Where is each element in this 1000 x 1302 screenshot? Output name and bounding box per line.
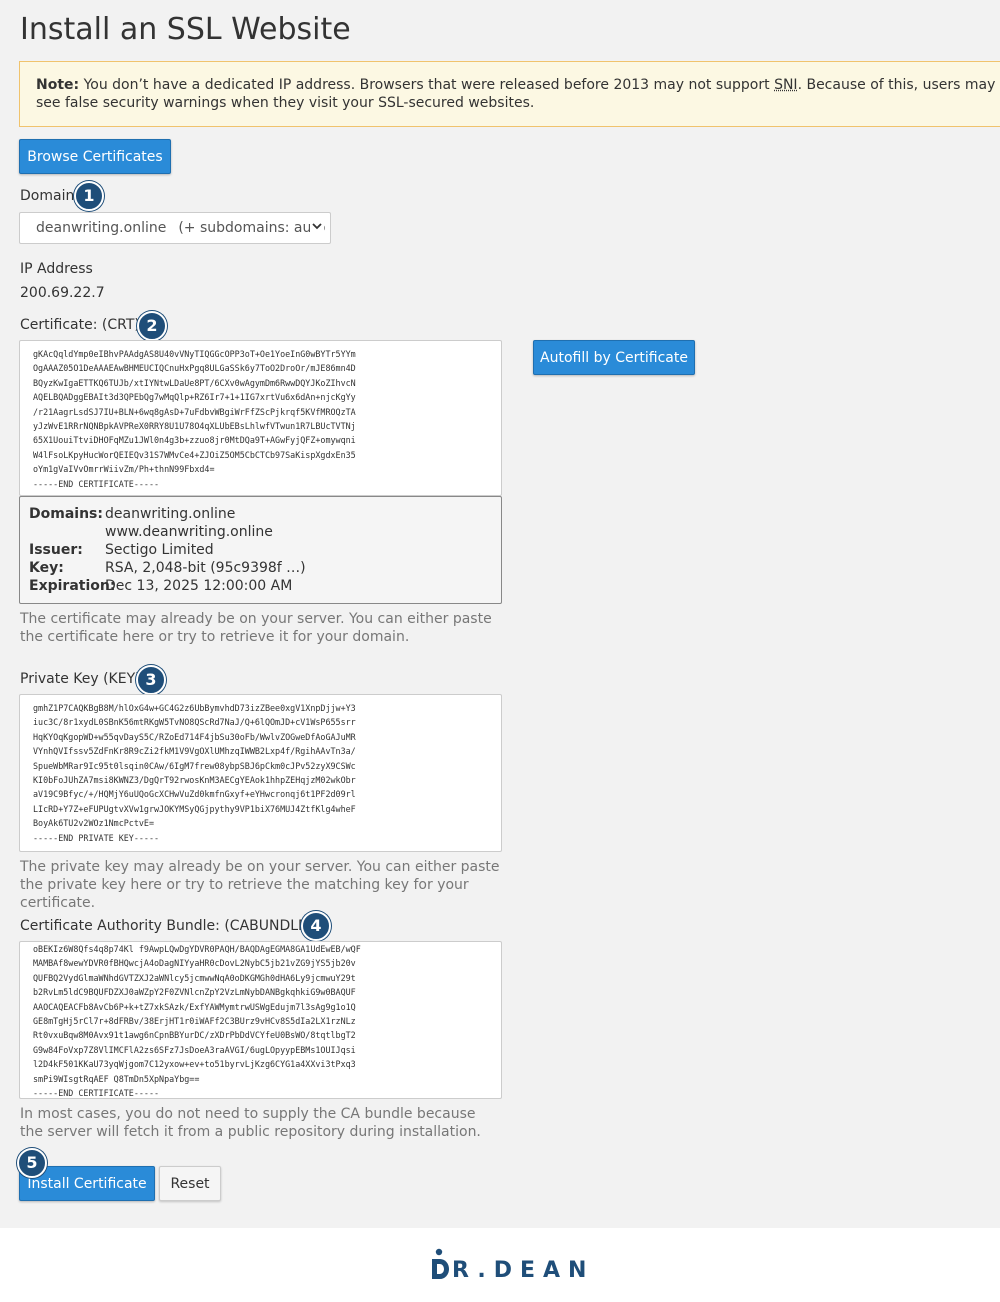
code-line: VYnhQVIfssv5ZdFnKr8R9cZi2fkM1V9VgOXlUMhz… [33, 746, 356, 757]
domain-subdomains-text: (+ subdomains: auto [178, 220, 326, 236]
cert-key-value: RSA, 2,048-bit (95c9398f …) [105, 560, 306, 576]
code-line: oBEKIz6W8Qfs4q8p74Kl f9AwpLQwDgYDVR0PAQH… [33, 944, 361, 954]
code-line: /r21AagrLsdSJ7IU+BLN+6wq8gAsD+7uFdbvWBgi… [33, 406, 356, 417]
ip-address-value: 200.69.22.7 [20, 285, 105, 301]
code-line: GE8mTgHj5rCl7r+8dFRBv/38ErjHT1r0iWAFf2C3… [33, 1015, 356, 1026]
cert-domains-label: Domains: [29, 506, 103, 522]
autofill-by-certificate-button[interactable]: Autofill by Certificate [533, 340, 695, 375]
dr-dean-logo-icon [432, 1248, 449, 1279]
code-line: yJzWvE1RRrNQNBpkAVPReX0RRY8U1U78O4qXLUbE… [33, 420, 356, 431]
code-line: oYm1gVaIVvOmrrWiivZm/Ph+thnN99Fbxd4= [33, 464, 215, 475]
code-line: HqKYOqKgopWD+w55qvDayS5C/RZoEd714F4jbSu3… [33, 731, 356, 742]
code-line: SpueWbMRar9Ic95t0lsqin0CAw/6IgM7frew08yb… [33, 760, 356, 771]
code-line: BoyAk6TU2v2WOz1NmcPctvE= [33, 818, 155, 829]
ca-bundle-textarea[interactable]: oBEKIz6W8Qfs4q8p74Kl f9AwpLQwDgYDVR0PAQH… [19, 941, 502, 1099]
private-key-help-text: The private key may already be on your s… [20, 859, 500, 911]
private-key-textarea[interactable]: gmhZ1P7CAQKBgB8M/hlOxG4w+GC4G2z6UbBymvhd… [19, 694, 502, 852]
code-line: -----END PRIVATE KEY----- [33, 832, 160, 843]
code-line: OgAAAZ05O1DeAAAEAwBHMEUCIQCnuHxPgq8ULGaS… [33, 363, 356, 374]
code-line: b2RvLm5ldC9BQUFDZXJ0aWZpY2F0ZVNlcnZpY2Vz… [33, 987, 356, 998]
cert-issuer-value: Sectigo Limited [105, 542, 214, 558]
code-line: gmhZ1P7CAQKBgB8M/hlOxG4w+GC4G2z6UbBymvhd… [33, 703, 356, 713]
code-line: AQELBQADggEBAIt3d3QPEbQg7wMqQlp+RZ6Ir7+1… [33, 392, 356, 403]
code-line: BQyzKwIgaETTKQ6TUJb/xtIYNtwLDaUe8PT/6CXv… [33, 377, 356, 388]
code-line: smPi9WIsgtRqAEF Q8TmDn5XpNpaYbg== [33, 1073, 200, 1084]
certificate-help-text: The certificate may already be on your s… [20, 611, 492, 645]
code-line: Rt0vxuBqw8M0Avx91t1awg6nCpnBBYurDC/zXDrP… [33, 1030, 356, 1041]
certificate-label: Certificate: (CRT) [20, 317, 140, 333]
code-line: gKAcQqldYmp0eIBhvPAAdgAS8U40vVNyTIQGGcOP… [33, 349, 356, 359]
step-badge-5: 5 [17, 1148, 47, 1178]
reset-button[interactable]: Reset [159, 1166, 221, 1201]
code-line: aV19C9Bfyc/+/HQMjY6uUQoGcXCHwVuZd0kmfnGx… [33, 789, 356, 800]
domain-label: Domain [20, 188, 75, 204]
code-line: MAMBAf8wewYDVR0fBHQwcjA4oDagNIYyaHR0cDov… [33, 958, 356, 969]
code-line: W4lFsoLKpyHucWorQEIEQv31S7WMvCe4+ZJOiZ5O… [33, 449, 356, 460]
code-line: l2D4kF501KKaU73yqWjgom7C12yxow+ev+to51by… [33, 1059, 356, 1070]
ip-address-label: IP Address [20, 261, 93, 277]
code-line: -----END CERTIFICATE----- [33, 478, 160, 489]
code-line: -----END CERTIFICATE----- [33, 1087, 160, 1098]
cert-issuer-label: Issuer: [29, 542, 83, 558]
step-badge-1: 1 [74, 181, 104, 211]
cert-expiration-value: Dec 13, 2025 12:00:00 AM [105, 578, 293, 594]
domain-select[interactable]: deanwriting.online (+ subdomains: auto [19, 212, 331, 244]
step-badge-4: 4 [301, 911, 331, 941]
code-line: LIcRD+Y7Z+eFUPUgtvXVw1grwJOKYMSyQGjpythy… [33, 803, 356, 814]
note-text-before: You don’t have a dedicated IP address. B… [79, 77, 775, 93]
domain-selected-value: deanwriting.online [36, 220, 167, 236]
cert-domain-2: www.deanwriting.online [105, 524, 273, 540]
ca-bundle-help-text: In most cases, you do not need to supply… [20, 1106, 481, 1140]
ca-bundle-label: Certificate Authority Bundle: (CABUNDLE) [20, 918, 313, 934]
code-line: 65X1UouiTtviDHOFqMZu1JWl0n4g3b+zzuo8jr0M… [33, 435, 356, 446]
page-title: Install an SSL Website [20, 12, 351, 47]
code-line: G9w84FoVxp7Z8VlIMCFlA2zs6SFz7JsDoeA3raAV… [33, 1044, 356, 1055]
chevron-down-icon [310, 219, 324, 233]
cert-expiration-label: Expiration: [29, 578, 116, 594]
cert-domain-1: deanwriting.online [105, 506, 236, 522]
code-line: iuc3C/8r1xydL0SBnK56mtRKgW5TvNO8QScRd7Na… [33, 717, 356, 728]
code-line: KI0bFoJUhZA7msi8KWNZ3/DgQrT92rwosKnM3AEC… [33, 774, 356, 785]
step-badge-3: 3 [136, 665, 166, 695]
sni-warning-note: Note: You don’t have a dedicated IP addr… [19, 61, 1000, 127]
cert-key-label: Key: [29, 560, 64, 576]
code-line: AAOCAQEACFb8AvCb6P+k+tZ7xkSAzk/ExfYAWMym… [33, 1001, 356, 1012]
step-badge-2: 2 [137, 311, 167, 341]
note-label: Note: [36, 77, 80, 93]
code-line: QUFBQ2VydGlmaWNhdGVTZXJ2aWNlcy5jcmwwNqA0… [33, 972, 356, 983]
certificate-details-panel: Domains: deanwriting.online www.deanwrit… [19, 496, 502, 604]
sni-abbr[interactable]: SNI [774, 77, 798, 93]
private-key-label: Private Key (KEY) [20, 671, 141, 687]
dr-dean-logo-text: R.DEAN [452, 1258, 595, 1283]
certificate-textarea[interactable]: gKAcQqldYmp0eIBhvPAAdgAS8U40vVNyTIQGGcOP… [19, 340, 502, 496]
browse-certificates-button[interactable]: Browse Certificates [19, 139, 171, 174]
